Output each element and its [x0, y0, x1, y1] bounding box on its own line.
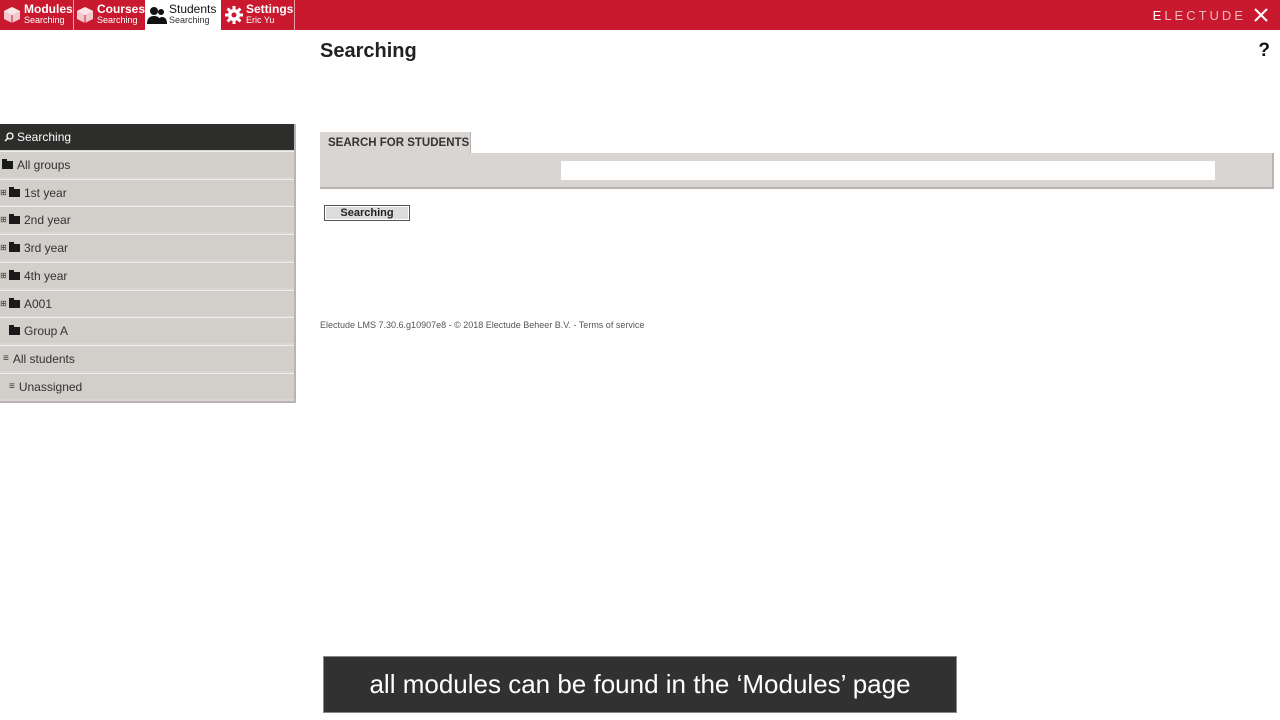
courses-cube-icon: [76, 5, 95, 25]
nav-tab-modules-subtitle: Searching: [24, 15, 65, 25]
sidebar-item-label: All groups: [17, 157, 71, 172]
search-button[interactable]: Searching: [324, 205, 410, 221]
expand-icon[interactable]: ⊞: [0, 299, 7, 308]
settings-gear-icon: [224, 5, 244, 25]
expand-icon[interactable]: ⊞: [0, 188, 7, 197]
top-navigation-bar: Modules Searching Courses Searching Stud…: [0, 0, 1280, 30]
sidebar-item-all-students[interactable]: ≡ All students: [0, 345, 294, 371]
folder-icon: [9, 241, 20, 252]
page-title: Searching: [320, 40, 417, 62]
sidebar-item-label: 2nd year: [24, 212, 71, 227]
electude-logo: ELECTUDE: [1153, 8, 1246, 23]
search-icon: [4, 132, 14, 142]
folder-icon: [9, 324, 20, 335]
sidebar-item-label: 1st year: [24, 185, 67, 200]
nav-tab-students[interactable]: Students Searching: [145, 0, 221, 30]
expand-icon[interactable]: ⊞: [0, 243, 7, 252]
sidebar-item-2nd-year[interactable]: ⊞ 2nd year: [0, 206, 294, 232]
sidebar-item-unassigned[interactable]: ≡ Unassigned: [0, 373, 294, 399]
list-icon: ≡: [3, 353, 9, 364]
sidebar-item-label: Group A: [24, 323, 69, 338]
folder-icon: [9, 186, 20, 197]
footer-text: Electude LMS 7.30.6.g10907e8 - © 2018 El…: [320, 320, 645, 330]
folder-icon: [9, 213, 20, 224]
nav-tab-settings-subtitle: Eric Yu: [246, 15, 275, 25]
nav-tab-settings-title: Settings: [246, 2, 294, 16]
folder-icon: [2, 158, 13, 169]
sidebar-item-all-groups[interactable]: All groups: [0, 151, 294, 177]
sidebar-item-a001[interactable]: ⊞ A001: [0, 290, 294, 316]
brand-rest: LECTUDE: [1164, 8, 1246, 23]
nav-separator: [294, 0, 295, 30]
list-icon: ≡: [9, 381, 15, 392]
brand-first-letter: E: [1152, 8, 1165, 23]
students-people-icon: [147, 5, 167, 25]
search-panel: [320, 153, 1274, 189]
expand-icon[interactable]: ⊞: [0, 271, 7, 280]
sidebar-item-label: All students: [12, 351, 75, 366]
nav-tab-modules[interactable]: Modules Searching: [0, 0, 73, 30]
sidebar-item-3rd-year[interactable]: ⊞ 3rd year: [0, 234, 294, 260]
nav-tab-courses-subtitle: Searching: [96, 15, 138, 25]
group-sidebar: Searching All groups ⊞ 1st year ⊞ 2nd ye…: [0, 124, 296, 403]
nav-tab-students-title: Students: [169, 2, 217, 16]
search-input[interactable]: [561, 161, 1215, 180]
close-icon[interactable]: [1252, 6, 1270, 24]
video-caption: all modules can be found in the ‘Modules…: [323, 656, 957, 713]
nav-tab-modules-title: Modules: [24, 2, 73, 16]
nav-tab-courses[interactable]: Courses Searching: [74, 0, 145, 30]
sidebar-item-label: A001: [24, 296, 53, 311]
sidebar-item-label: 4th year: [24, 268, 68, 283]
expand-icon[interactable]: ⊞: [0, 215, 7, 224]
help-button[interactable]: ?: [1258, 40, 1270, 62]
nav-tab-courses-title: Courses: [96, 2, 145, 16]
sidebar-item-label: Unassigned: [18, 379, 83, 394]
sidebar-item-4th-year[interactable]: ⊞ 4th year: [0, 262, 294, 288]
nav-tab-students-subtitle: Searching: [169, 15, 210, 25]
search-for-students-tab[interactable]: SEARCH FOR STUDENTS: [320, 132, 471, 154]
sidebar-searching-header[interactable]: Searching: [0, 124, 294, 150]
folder-icon: [9, 297, 20, 308]
modules-cube-icon: [2, 5, 22, 25]
sidebar-item-1st-year[interactable]: ⊞ 1st year: [0, 179, 294, 205]
nav-tab-settings[interactable]: Settings Eric Yu: [222, 0, 294, 30]
sidebar-item-label: 3rd year: [24, 240, 69, 255]
sidebar-item-group-a[interactable]: Group A: [0, 317, 294, 343]
sidebar-header-label: Searching: [17, 130, 72, 144]
folder-icon: [9, 269, 20, 280]
